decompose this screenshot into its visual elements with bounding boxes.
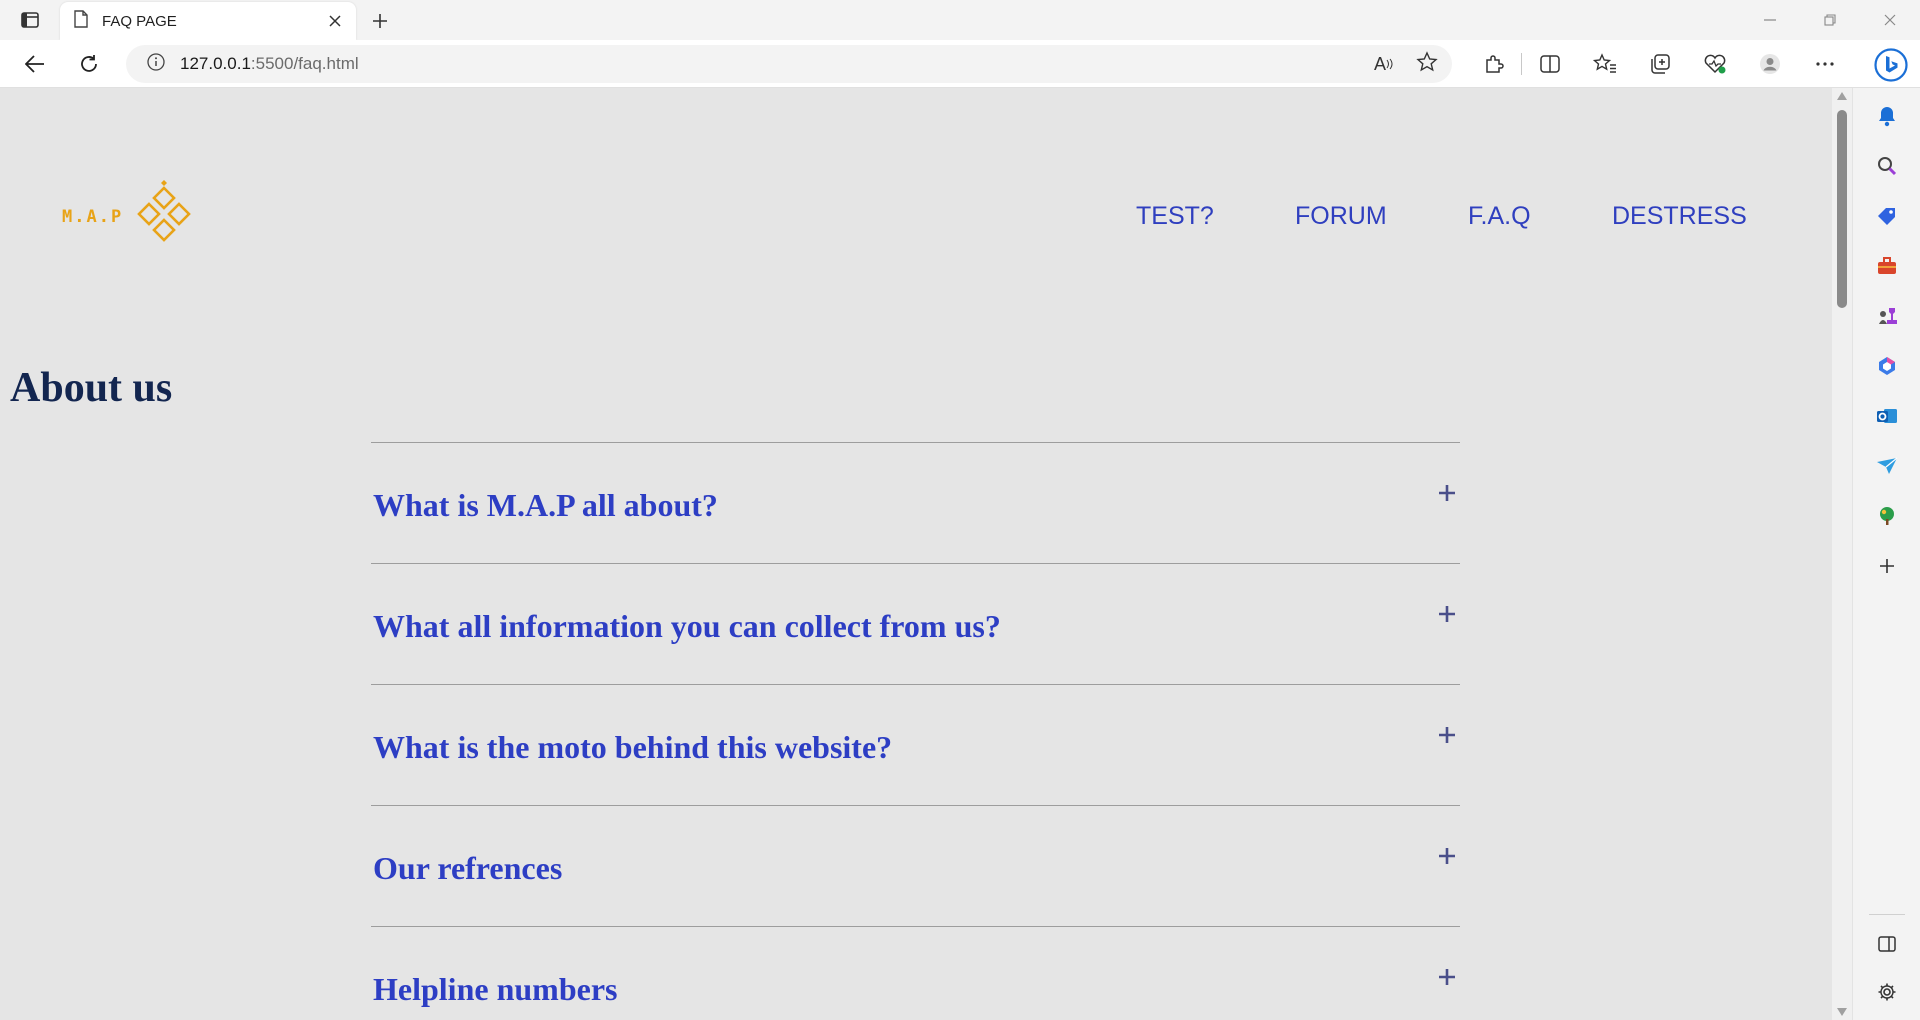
collections-icon[interactable] [1632, 40, 1687, 88]
favorites-icon[interactable] [1577, 40, 1632, 88]
url-path: :5500/faq.html [250, 54, 359, 73]
expand-plus-icon[interactable] [1434, 843, 1460, 869]
games-chess-icon[interactable] [1875, 304, 1899, 328]
address-bar[interactable]: 127.0.0.1:5500/faq.html A [126, 45, 1452, 83]
settings-gear-icon[interactable] [1875, 980, 1899, 1004]
back-arrow-icon[interactable] [18, 48, 52, 80]
more-options-icon[interactable] [1797, 40, 1852, 88]
faq-list: What is M.A.P all about? What all inform… [371, 442, 1460, 1020]
close-window-icon[interactable] [1860, 0, 1920, 40]
nav-link-faq[interactable]: F.A.Q [1468, 202, 1531, 231]
tools-briefcase-icon[interactable] [1875, 254, 1899, 278]
faq-item[interactable]: What is the moto behind this website? [371, 684, 1460, 805]
page-icon [74, 9, 88, 33]
new-tab-icon[interactable] [366, 7, 394, 35]
site-info-icon[interactable] [146, 52, 166, 77]
tree-app-icon[interactable] [1875, 504, 1899, 528]
expand-plus-icon[interactable] [1434, 480, 1460, 506]
read-aloud-icon[interactable]: A [1374, 54, 1394, 75]
scrollbar-thumb[interactable] [1837, 110, 1847, 308]
tab-actions-icon[interactable] [16, 8, 44, 32]
extensions-icon[interactable] [1466, 40, 1521, 88]
faq-question[interactable]: Our refrences [373, 850, 562, 887]
expand-plus-icon[interactable] [1434, 964, 1460, 990]
nav-link-forum[interactable]: FORUM [1295, 202, 1387, 231]
search-icon[interactable] [1875, 154, 1899, 178]
split-screen-icon[interactable] [1522, 40, 1577, 88]
outlook-icon[interactable] [1875, 404, 1899, 428]
sidebar-divider [1869, 914, 1905, 915]
url-host: 127.0.0.1 [180, 54, 251, 73]
page-scrollbar[interactable] [1832, 88, 1852, 1020]
microsoft-365-icon[interactable] [1875, 354, 1899, 378]
minimize-icon[interactable] [1740, 0, 1800, 40]
add-app-plus-icon[interactable] [1875, 554, 1899, 578]
browser-essentials-icon[interactable] [1687, 40, 1742, 88]
shopping-tag-icon[interactable] [1875, 204, 1899, 228]
nav-link-test[interactable]: TEST? [1136, 202, 1214, 231]
close-tab-icon[interactable] [326, 12, 344, 30]
faq-item[interactable]: Helpline numbers [371, 926, 1460, 1020]
scroll-up-arrow-icon[interactable] [1837, 92, 1847, 100]
faq-question[interactable]: Helpline numbers [373, 971, 617, 1008]
nav-link-destress[interactable]: DESTRESS [1612, 202, 1747, 231]
faq-item[interactable]: Our refrences [371, 805, 1460, 926]
notification-bell-icon[interactable] [1875, 104, 1899, 128]
page-viewport: M.A.P TEST? FORUM F.A.Q DESTRESS About u… [0, 88, 1832, 1020]
faq-question[interactable]: What is M.A.P all about? [373, 487, 718, 524]
page-title: About us [10, 365, 173, 411]
edge-sidebar [1852, 88, 1920, 1020]
tab-title: FAQ PAGE [102, 12, 177, 30]
diamond-logo-icon [129, 178, 199, 255]
profile-icon[interactable] [1742, 40, 1797, 88]
faq-question[interactable]: What all information you can collect fro… [373, 608, 1001, 645]
browser-toolbar: 127.0.0.1:5500/faq.html A [0, 40, 1920, 88]
expand-plus-icon[interactable] [1434, 601, 1460, 627]
favorite-star-icon[interactable] [1416, 50, 1438, 78]
restore-icon[interactable] [1800, 0, 1860, 40]
faq-question[interactable]: What is the moto behind this website? [373, 729, 892, 766]
bing-copilot-icon[interactable] [1872, 46, 1910, 84]
logo-text: M.A.P [62, 206, 124, 227]
faq-item[interactable]: What all information you can collect fro… [371, 563, 1460, 684]
window-controls [1740, 0, 1920, 40]
expand-plus-icon[interactable] [1434, 722, 1460, 748]
browser-tab-active[interactable]: FAQ PAGE [60, 2, 356, 40]
faq-item[interactable]: What is M.A.P all about? [371, 442, 1460, 563]
sidebar-panel-icon[interactable] [1875, 932, 1899, 956]
scroll-down-arrow-icon[interactable] [1837, 1008, 1847, 1016]
refresh-icon[interactable] [72, 48, 106, 80]
tab-bar: FAQ PAGE [0, 0, 1920, 40]
send-telegram-icon[interactable] [1875, 454, 1899, 478]
site-logo[interactable]: M.A.P [62, 178, 199, 255]
toolbar-icons [1466, 40, 1852, 88]
